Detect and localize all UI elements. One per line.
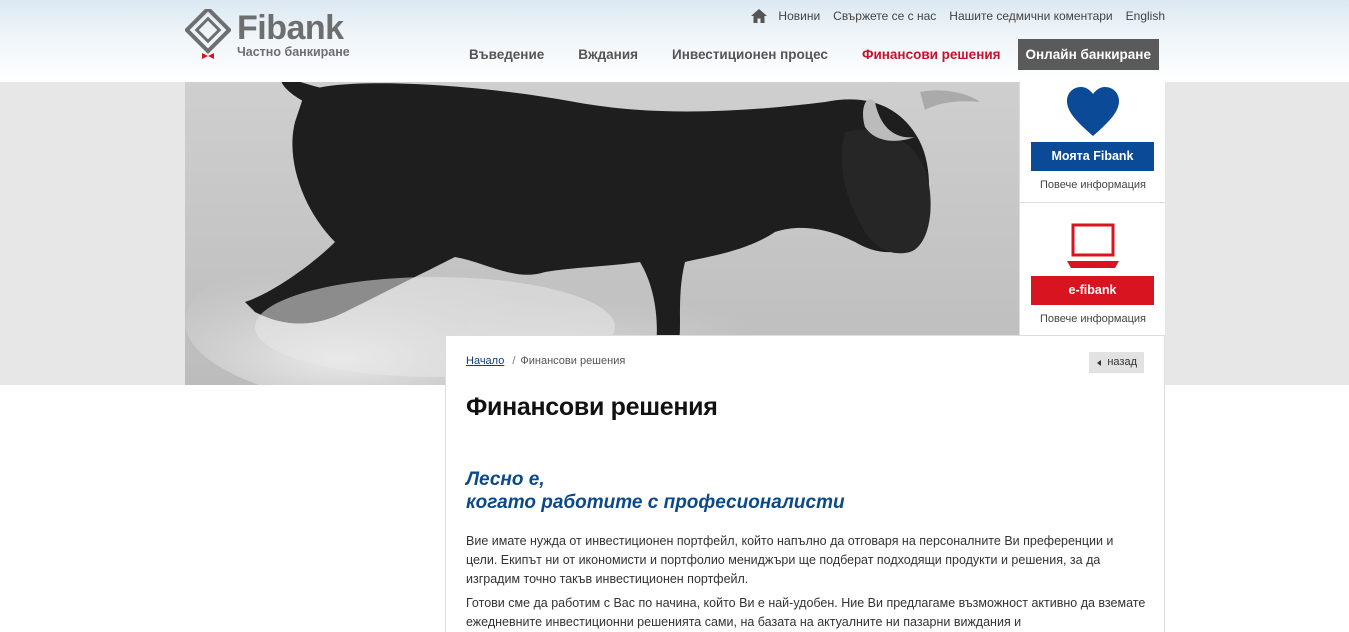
paragraph-2: Готови сме да работим с Вас по начина, к… <box>466 596 1146 629</box>
nav-item-financial-solutions[interactable]: Финансови решения <box>845 39 1018 70</box>
efibank-more-link[interactable]: Повече информация <box>1020 313 1166 325</box>
fibank-logo-icon <box>185 9 231 59</box>
top-links: Новини Свържете се с нас Нашите седмични… <box>751 9 1165 23</box>
breadcrumb-separator: / <box>512 355 516 367</box>
back-arrow-icon <box>1097 359 1102 366</box>
top-link-english[interactable]: English <box>1126 9 1165 23</box>
breadcrumb-current: Финансови решения <box>520 355 626 367</box>
breadcrumb-home[interactable]: Начало <box>466 355 504 367</box>
side-box-efibank: e-fibank Повече информация <box>1020 203 1165 335</box>
logo-name: Fibank <box>237 9 344 47</box>
tagline-line-2: когато работите с професионалисти <box>466 492 845 513</box>
heart-icon <box>1067 87 1119 136</box>
side-panel: Моята Fibank Повече информация e-fibank … <box>1019 82 1165 335</box>
top-link-weekly-comments[interactable]: Нашите седмични коментари <box>949 9 1112 23</box>
top-link-contact[interactable]: Свържете се с нас <box>833 9 936 23</box>
fibank-logo[interactable]: Fibank Частно банкиране <box>185 9 365 61</box>
my-fibank-button[interactable]: Моята Fibank <box>1031 142 1154 171</box>
paragraph-1: Вие имате нужда от инвестиционен портфей… <box>466 534 1114 586</box>
efibank-button[interactable]: e-fibank <box>1031 276 1154 305</box>
back-button[interactable]: назад <box>1089 352 1144 373</box>
nav-item-introduction[interactable]: Въведение <box>452 39 561 70</box>
nav-item-investment-process[interactable]: Инвестиционен процес <box>655 39 845 70</box>
main-nav: Въведение Вждания Инвестиционен процес Ф… <box>452 39 1159 70</box>
tagline-line-1: Лесно е, <box>466 469 545 490</box>
side-box-my-fibank: Моята Fibank Повече информация <box>1020 82 1165 203</box>
back-button-label: назад <box>1107 356 1137 368</box>
laptop-icon <box>1067 223 1119 268</box>
content-panel: Начало / Финансови решения назад Финансови… <box>445 335 1165 632</box>
home-icon[interactable] <box>751 9 768 23</box>
logo-subtitle: Частно банкиране <box>237 45 350 59</box>
breadcrumb: Начало / Финансови решения <box>466 355 625 367</box>
tagline: Лесно е, когато работите с професионалис… <box>466 468 845 514</box>
nav-item-views[interactable]: Вждания <box>561 39 655 70</box>
nav-online-banking[interactable]: Онлайн банкиране <box>1017 39 1159 70</box>
page-title: Финансови решения <box>466 393 718 421</box>
my-fibank-more-link[interactable]: Повече информация <box>1020 179 1166 191</box>
top-link-news[interactable]: Новини <box>778 9 820 23</box>
site-header: Fibank Частно банкиране Новини Свържете … <box>0 0 1349 82</box>
